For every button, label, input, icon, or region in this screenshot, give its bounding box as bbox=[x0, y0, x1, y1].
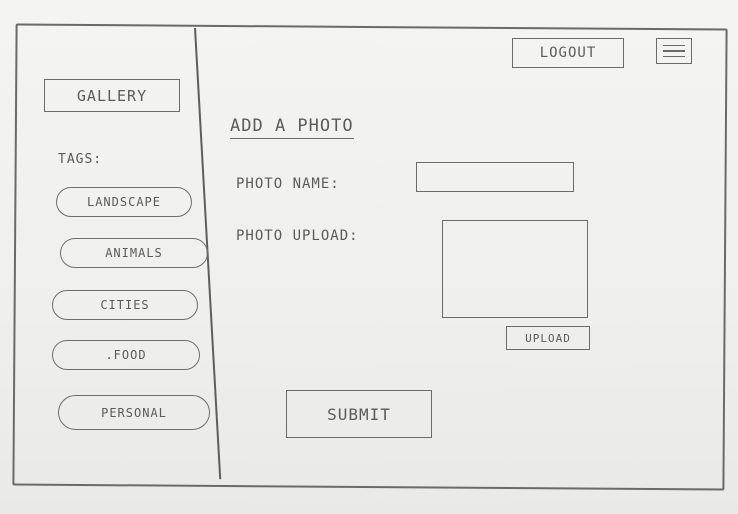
upload-button[interactable]: UPLOAD bbox=[506, 326, 590, 350]
hamburger-menu-icon[interactable] bbox=[656, 38, 692, 64]
tag-personal[interactable]: PERSONAL bbox=[58, 395, 210, 430]
photo-upload-dropzone[interactable] bbox=[442, 220, 588, 318]
menu-line bbox=[663, 55, 685, 58]
photo-name-input[interactable] bbox=[416, 162, 574, 192]
photo-name-label: PHOTO NAME: bbox=[236, 176, 340, 192]
gallery-logo[interactable]: GALLERY bbox=[44, 79, 180, 112]
tags-label: TAGS: bbox=[58, 152, 103, 167]
tag-cities[interactable]: CITIES bbox=[52, 290, 198, 320]
menu-line bbox=[663, 50, 685, 52]
tag-landscape[interactable]: LANDSCAPE bbox=[56, 187, 192, 217]
menu-line bbox=[663, 44, 685, 47]
page-title: ADD A PHOTO bbox=[230, 116, 354, 139]
photo-upload-label: PHOTO UPLOAD: bbox=[236, 228, 359, 244]
submit-button[interactable]: SUBMIT bbox=[286, 390, 432, 438]
logout-button[interactable]: LOGOUT bbox=[512, 38, 624, 68]
tag-food[interactable]: .FOOD bbox=[52, 340, 200, 370]
tag-animals[interactable]: ANIMALS bbox=[60, 238, 208, 268]
